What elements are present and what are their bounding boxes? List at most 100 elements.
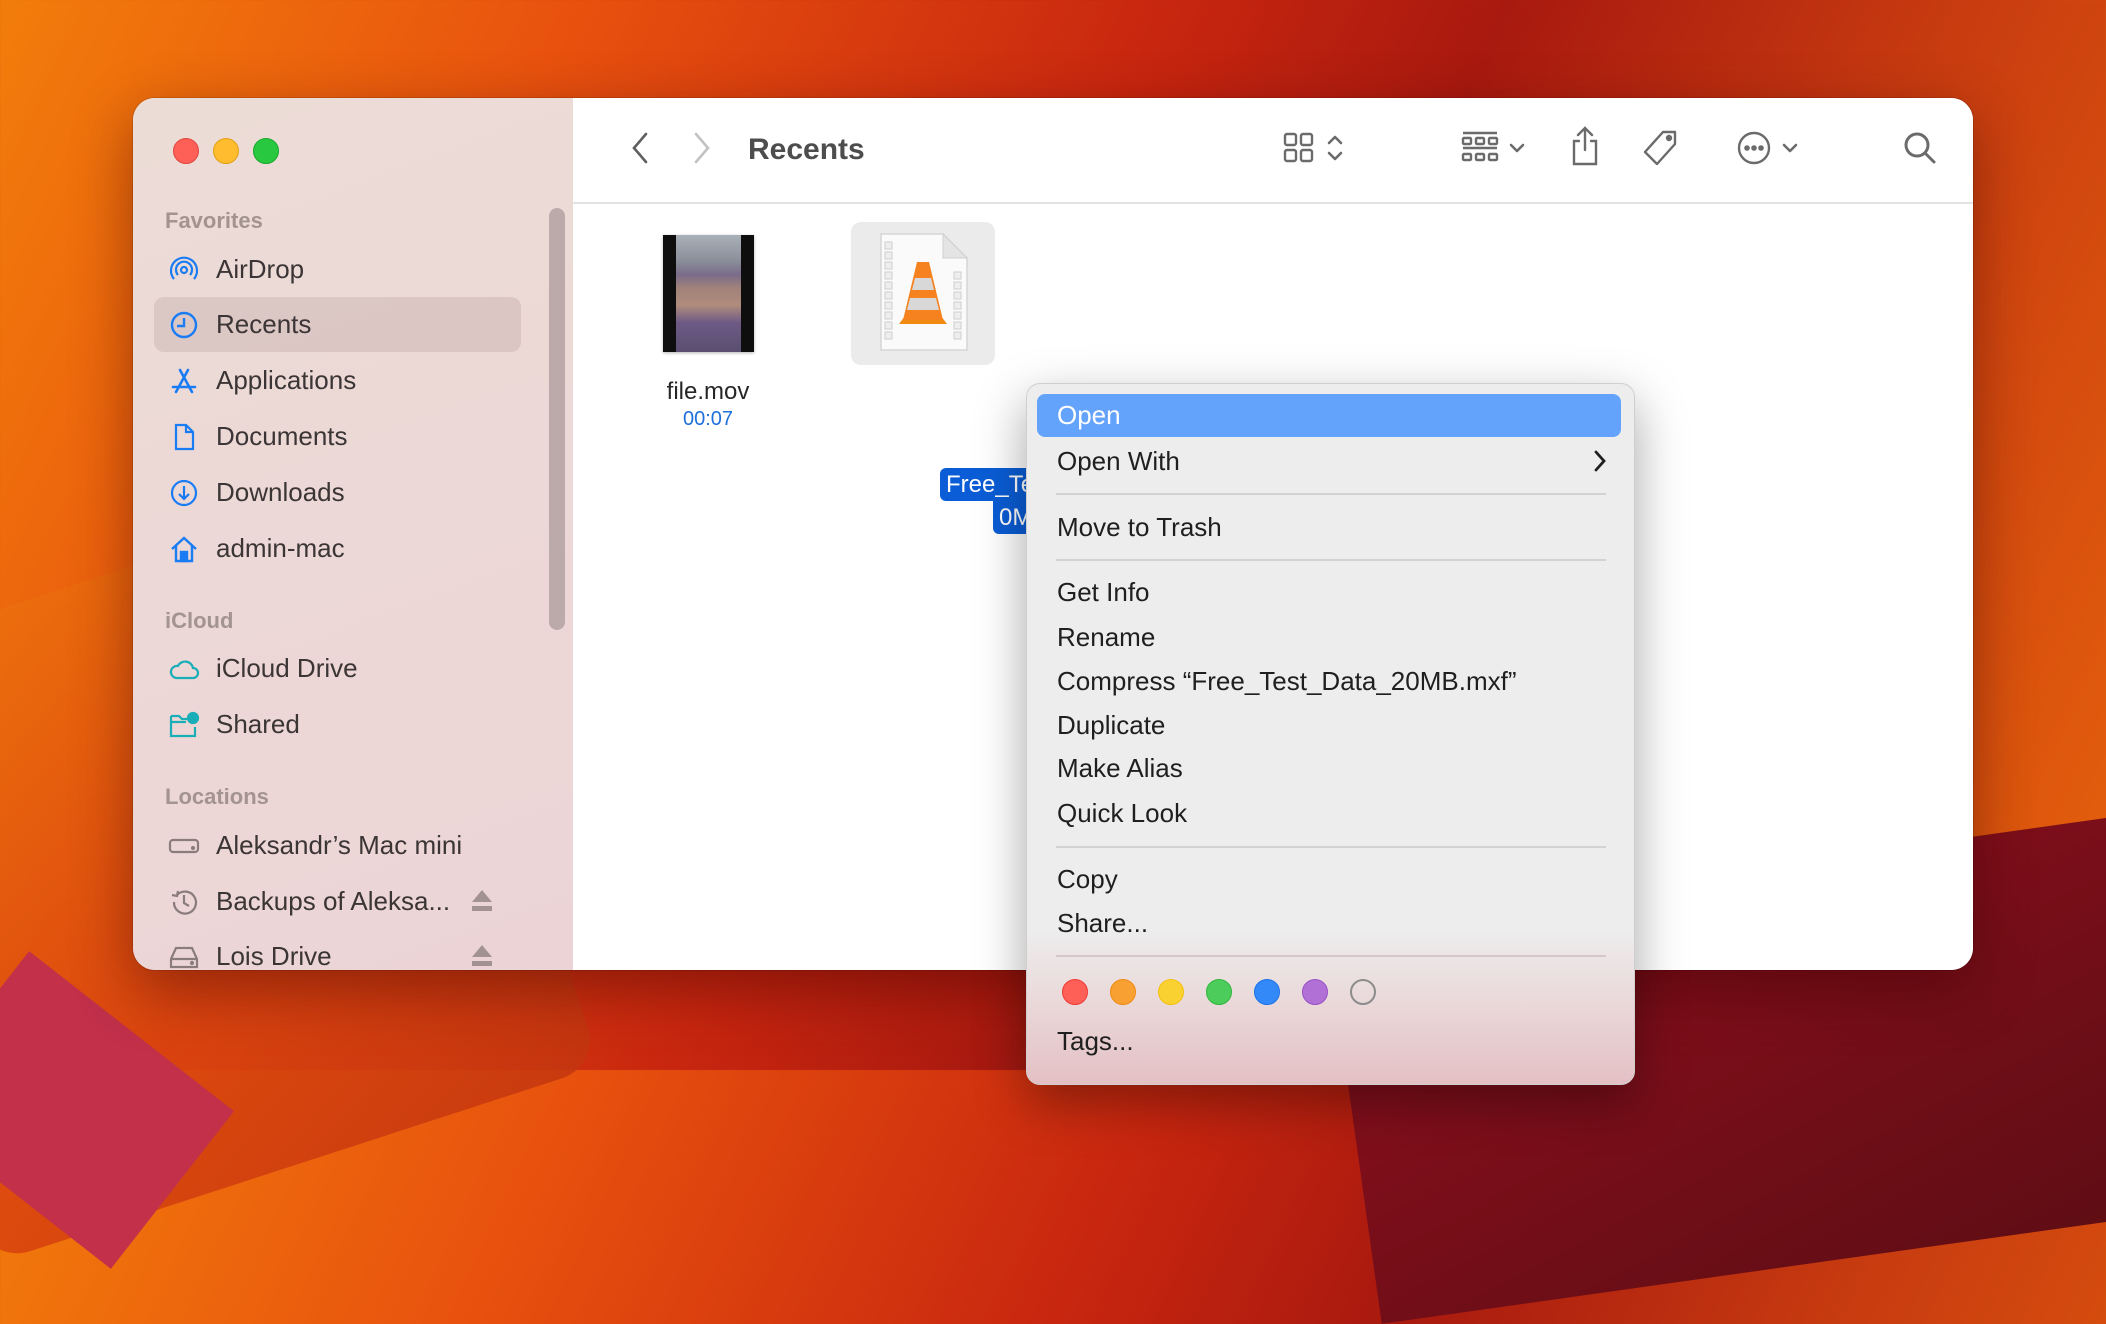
chevron-right-icon (1593, 449, 1607, 478)
group-by-button[interactable] (1453, 128, 1533, 172)
tag-yellow[interactable] (1158, 979, 1184, 1005)
tag-icon (1641, 128, 1681, 173)
sidebar-item-label: Downloads (216, 477, 345, 507)
menu-item-move-to-trash[interactable]: Move to Trash (1037, 506, 1621, 549)
sidebar-item-label: Aleksandr’s Mac mini (216, 830, 463, 860)
menu-item-label: Compress “Free_Test_Data_20MB.mxf” (1057, 666, 1517, 696)
tag-orange[interactable] (1110, 979, 1136, 1005)
menu-item-label: Get Info (1057, 577, 1150, 607)
vlc-document-icon[interactable] (877, 232, 969, 352)
sidebar-section-icloud: iCloud (165, 608, 234, 633)
clock-icon (168, 309, 200, 341)
file-item[interactable]: file.mov 00:07 (633, 224, 783, 431)
sidebar-section-locations: Locations (165, 784, 269, 809)
back-button[interactable] (623, 128, 657, 172)
sidebar-item-lois-drive[interactable]: Lois Drive (154, 929, 521, 970)
shared-folder-icon (168, 709, 200, 741)
sidebar-section-favorites: Favorites (165, 208, 263, 233)
menu-item-label: Make Alias (1057, 753, 1183, 783)
tag-purple[interactable] (1302, 979, 1328, 1005)
sidebar-item-airdrop[interactable]: AirDrop (154, 242, 521, 297)
menu-item-label: Copy (1057, 864, 1118, 894)
close-button[interactable] (173, 138, 199, 164)
menu-item-label: Open (1057, 400, 1121, 430)
more-actions-button[interactable] (1726, 128, 1808, 172)
tag-button[interactable] (1639, 128, 1683, 172)
menu-separator (1056, 846, 1606, 848)
cloud-icon (168, 653, 200, 685)
sidebar-item-mac-mini[interactable]: Aleksandr’s Mac mini (154, 818, 521, 873)
zoom-button[interactable] (253, 138, 279, 164)
minimize-button[interactable] (213, 138, 239, 164)
menu-item-label: Share... (1057, 908, 1149, 938)
sidebar-item-shared[interactable]: Shared (154, 697, 521, 752)
menu-item-copy[interactable]: Copy (1037, 858, 1621, 901)
tag-green[interactable] (1206, 979, 1232, 1005)
menu-item-label: Tags... (1057, 1026, 1134, 1056)
eject-icon[interactable] (471, 888, 493, 914)
sidebar-item-label: admin-mac (216, 533, 345, 563)
sidebar-item-icloud-drive[interactable]: iCloud Drive (154, 641, 521, 696)
sidebar-item-label: Backups of Aleksa... (216, 886, 451, 916)
time-machine-icon (168, 886, 200, 918)
sidebar-item-admin-mac[interactable]: admin-mac (154, 521, 521, 576)
menu-item-label: Rename (1057, 622, 1156, 652)
menu-item-label: Duplicate (1057, 710, 1166, 740)
chevron-down-icon (1509, 141, 1525, 159)
search-button[interactable] (1898, 128, 1942, 172)
tag-gray[interactable] (1350, 979, 1376, 1005)
view-mode-button[interactable] (1273, 128, 1353, 172)
sidebar-item-label: Lois Drive (216, 941, 332, 970)
toolbar: Recents (573, 98, 1973, 204)
menu-separator (1056, 493, 1606, 495)
file-duration: 00:07 (682, 408, 734, 430)
group-by-icon (1461, 130, 1499, 171)
icon-grid-view-icon (1282, 131, 1316, 170)
sidebar-item-label: Documents (216, 421, 348, 451)
sidebar-item-backups[interactable]: Backups of Aleksa... (154, 874, 521, 929)
share-button[interactable] (1563, 124, 1607, 172)
sidebar-item-label: Shared (216, 709, 300, 739)
home-icon (168, 533, 200, 565)
menu-item-label: Open With (1057, 446, 1180, 476)
window-title: Recents (748, 133, 865, 166)
file-name: file.mov (666, 378, 750, 405)
menu-item-compress[interactable]: Compress “Free_Test_Data_20MB.mxf” (1037, 660, 1621, 703)
menu-item-quick-look[interactable]: Quick Look (1037, 792, 1621, 835)
chevron-left-icon (630, 131, 650, 170)
forward-button[interactable] (685, 128, 719, 172)
ellipsis-circle-icon (1736, 130, 1772, 171)
chevron-right-icon (692, 131, 712, 170)
sidebar-item-documents[interactable]: Documents (154, 409, 521, 464)
sidebar-item-recents[interactable]: Recents (154, 297, 521, 352)
sidebar-scrollbar[interactable] (549, 208, 565, 630)
airdrop-icon (168, 254, 200, 286)
sidebar-item-downloads[interactable]: Downloads (154, 465, 521, 520)
sidebar-item-label: Recents (216, 309, 312, 339)
menu-separator (1056, 955, 1606, 957)
tag-red[interactable] (1062, 979, 1088, 1005)
up-down-chevron-icon (1326, 132, 1344, 169)
menu-item-rename[interactable]: Rename (1037, 616, 1621, 659)
tag-blue[interactable] (1254, 979, 1280, 1005)
eject-icon[interactable] (471, 943, 493, 969)
menu-item-get-info[interactable]: Get Info (1037, 571, 1621, 614)
menu-item-open[interactable]: Open (1037, 394, 1621, 437)
search-icon (1902, 130, 1938, 171)
context-menu: Open Open With Move to Trash Get Info Re… (1026, 383, 1635, 1085)
sidebar-item-applications[interactable]: Applications (154, 353, 521, 408)
drive-icon (168, 941, 200, 971)
menu-item-duplicate[interactable]: Duplicate (1037, 704, 1621, 747)
share-icon (1569, 125, 1601, 172)
menu-item-open-with[interactable]: Open With (1037, 440, 1621, 483)
sidebar-item-label: iCloud Drive (216, 653, 358, 683)
applications-icon (168, 365, 200, 397)
menu-item-make-alias[interactable]: Make Alias (1037, 747, 1621, 790)
menu-item-tags[interactable]: Tags... (1037, 1020, 1621, 1063)
menu-item-share[interactable]: Share... (1037, 902, 1621, 945)
sidebar: Favorites AirDrop Recents Applications D… (133, 98, 574, 970)
document-icon (168, 421, 200, 453)
sidebar-item-label: Applications (216, 365, 357, 395)
menu-item-label: Quick Look (1057, 798, 1188, 828)
computer-icon (168, 830, 200, 862)
